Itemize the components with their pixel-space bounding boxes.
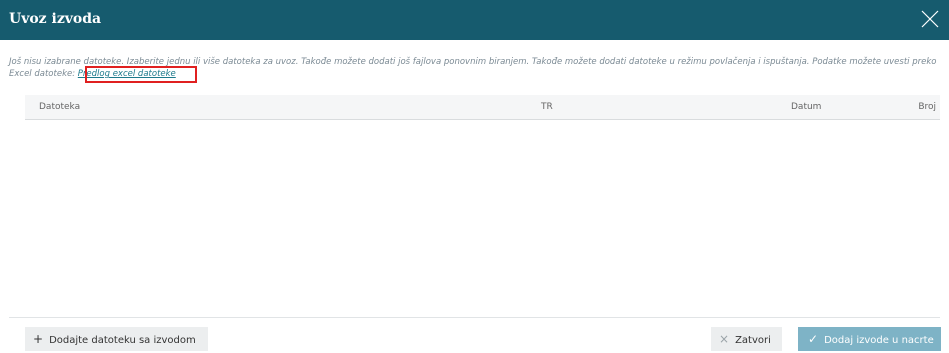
plus-icon: + bbox=[33, 332, 44, 346]
footer-divider bbox=[9, 317, 940, 318]
table-header: Datoteka TR Datum Broj bbox=[25, 95, 940, 120]
add-file-button[interactable]: + Dodajte datoteku sa izvodom bbox=[25, 327, 208, 351]
add-statements-label: Dodaj izvode u nacrte bbox=[824, 335, 934, 346]
column-header-date[interactable]: Datum bbox=[791, 102, 821, 113]
table-body bbox=[25, 121, 940, 311]
dialog-title: Uvoz izvoda bbox=[9, 11, 102, 27]
close-icon: × bbox=[719, 332, 730, 346]
add-file-label: Dodajte datoteku sa izvodom bbox=[49, 335, 196, 346]
add-statements-button[interactable]: ✓ Dodaj izvode u nacrte bbox=[798, 327, 941, 351]
column-header-number[interactable]: Broj bbox=[918, 102, 936, 113]
excel-template-link[interactable]: Predlog excel datoteke bbox=[78, 69, 176, 79]
column-header-file[interactable]: Datoteka bbox=[39, 102, 80, 113]
info-text: Još nisu izabrane datoteke. Izaberite je… bbox=[9, 56, 939, 80]
close-button[interactable]: × Zatvori bbox=[711, 327, 782, 351]
dialog-header: Uvoz izvoda bbox=[0, 0, 949, 40]
close-label: Zatvori bbox=[735, 335, 771, 346]
close-icon[interactable] bbox=[919, 8, 941, 30]
column-header-tr[interactable]: TR bbox=[541, 102, 553, 113]
check-icon: ✓ bbox=[808, 332, 819, 346]
